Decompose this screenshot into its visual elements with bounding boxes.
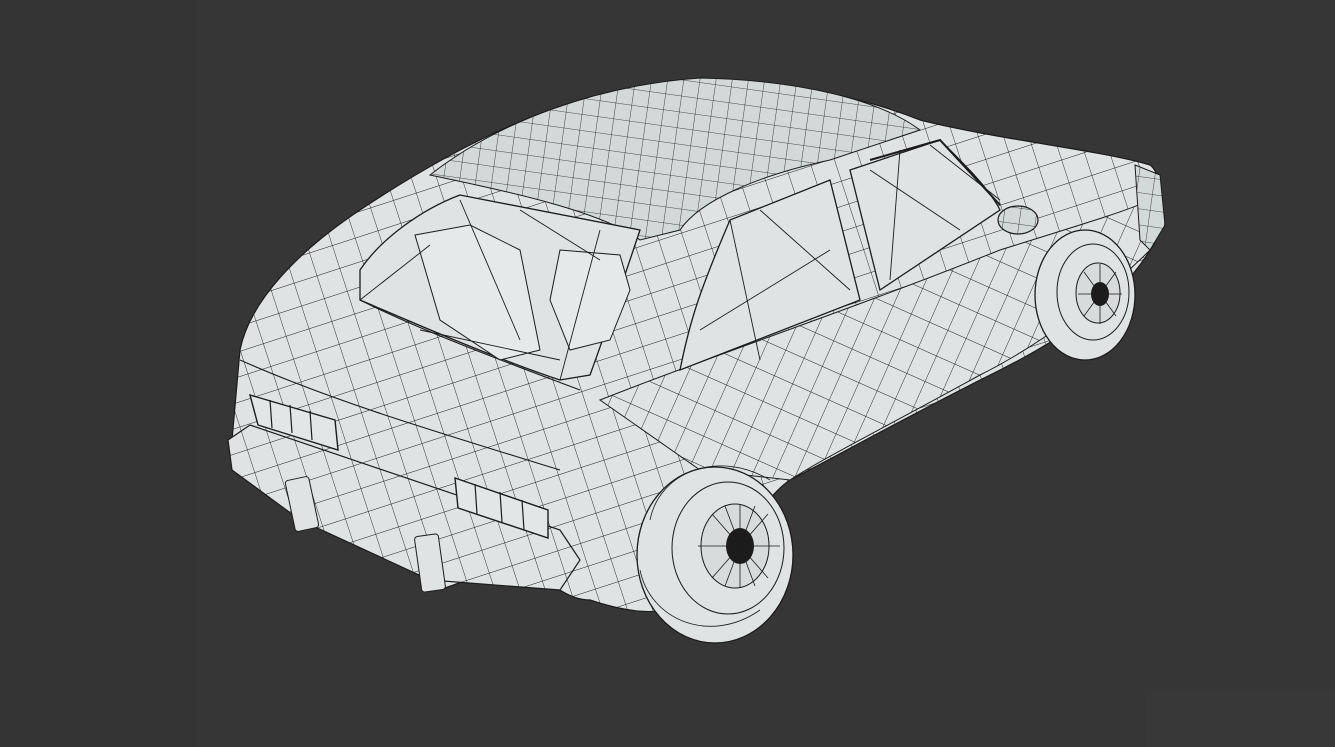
car-side-mirror	[997, 205, 1039, 235]
car-front-corner	[1134, 164, 1166, 251]
wheel-front	[1034, 229, 1136, 361]
car-wireframe-model[interactable]	[0, 0, 1335, 747]
wheel-rear	[636, 465, 794, 644]
3d-viewport[interactable]	[0, 0, 1335, 747]
